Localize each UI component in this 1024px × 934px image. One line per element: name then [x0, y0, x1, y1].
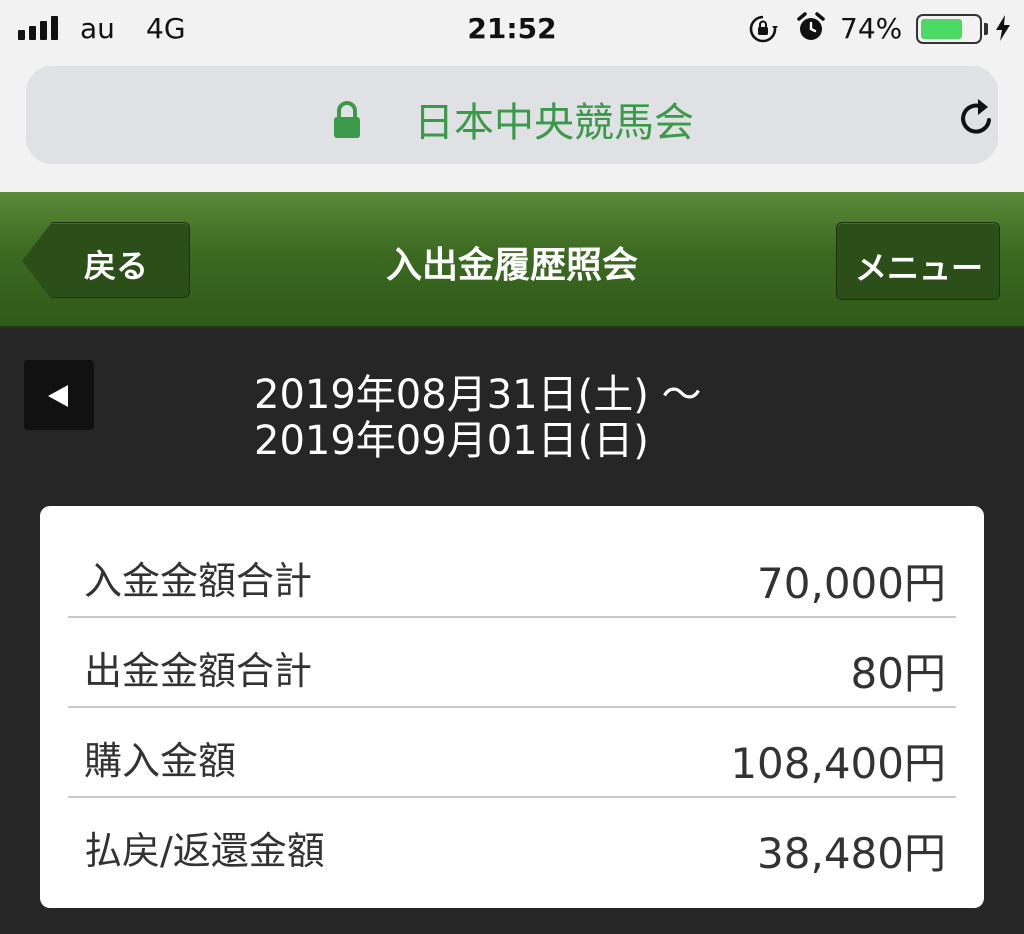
summary-row-label: 入金金額合計	[84, 559, 313, 603]
left-triangle-icon	[48, 385, 68, 407]
summary-row-label: 出金金額合計	[84, 649, 313, 693]
menu-button-label: メニュー	[854, 249, 983, 287]
menu-button[interactable]: メニュー	[836, 222, 1000, 300]
battery-tip	[984, 23, 988, 35]
summary-row-value: 38,480円	[757, 829, 946, 878]
alarm-icon	[797, 12, 825, 40]
reload-icon[interactable]	[952, 94, 1002, 144]
date-range-bar: 2019年08月31日(土) 〜 2019年09月01日(日)	[0, 330, 1024, 464]
summary-row-value: 80円	[850, 649, 946, 698]
summary-row-label: 払戻/返還金額	[84, 829, 325, 873]
summary-row-deposit-total: 入金金額合計 70,000円	[68, 528, 956, 618]
rotation-lock-icon	[749, 15, 778, 43]
battery-level	[921, 19, 963, 39]
site-title: 日本中央競馬会	[414, 100, 694, 146]
lock-icon	[334, 101, 360, 138]
date-range-end: 2019年09月01日(日)	[254, 418, 649, 464]
previous-period-button[interactable]	[24, 360, 94, 430]
summary-row-value: 108,400円	[730, 739, 946, 788]
battery-percentage: 74%	[840, 12, 903, 45]
browser-toolbar: 日本中央競馬会	[0, 58, 1024, 192]
summary-card: 入金金額合計 70,000円 出金金額合計 80円 購入金額 108,400円 …	[40, 506, 984, 908]
summary-row-withdrawal-total: 出金金額合計 80円	[68, 618, 956, 708]
summary-row-value: 70,000円	[757, 559, 946, 608]
summary-row-payout-refund: 払戻/返還金額 38,480円	[68, 798, 956, 888]
page-header: 戻る 入出金履歴照会 メニュー	[0, 192, 1024, 328]
charging-bolt-icon	[996, 15, 1010, 41]
battery-icon	[916, 14, 982, 44]
status-bar: au 4G 21:52 74%	[0, 0, 1024, 58]
summary-row-purchase-amount: 購入金額 108,400円	[68, 708, 956, 798]
address-bar[interactable]: 日本中央競馬会	[26, 66, 998, 164]
summary-row-label: 購入金額	[84, 739, 237, 783]
